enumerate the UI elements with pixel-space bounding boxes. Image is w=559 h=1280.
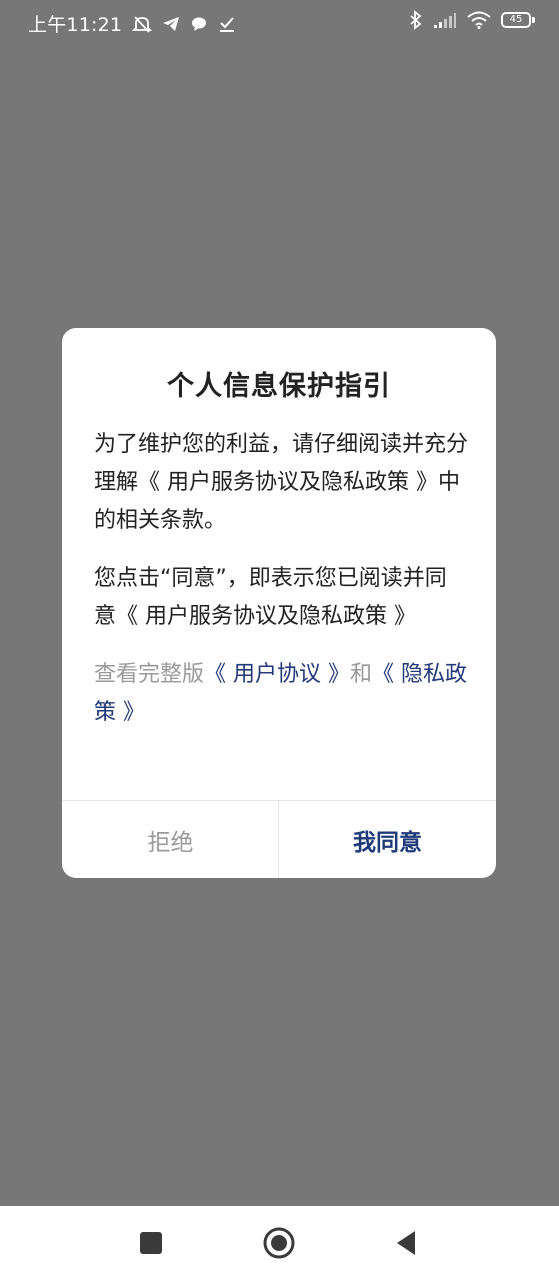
circle-icon bbox=[263, 1227, 295, 1259]
dialog-title: 个人信息保护指引 bbox=[167, 371, 391, 402]
bluetooth-icon bbox=[409, 10, 423, 30]
battery-icon: 45 bbox=[501, 12, 535, 28]
view-full-line: 查看完整版《 用户协议 》和《 隐私政策 》 bbox=[94, 656, 468, 732]
telegram-icon bbox=[162, 15, 180, 33]
refuse-button[interactable]: 拒绝 bbox=[62, 801, 279, 878]
signal-icon bbox=[433, 11, 457, 29]
back-triangle-icon bbox=[397, 1231, 415, 1255]
view-full-prefix: 查看完整版 bbox=[94, 662, 205, 687]
status-time: 上午11:21 bbox=[28, 14, 123, 36]
dialog-paragraph-2: 您点击“同意”，即表示您已阅读并同意《 用户服务协议及隐私政策 》 bbox=[94, 566, 447, 629]
dialog-paragraph-1: 为了维护您的利益，请仔细阅读并充分理解《 用户服务协议及隐私政策 》中的相关条款… bbox=[94, 432, 469, 533]
chat-bubble-icon bbox=[190, 15, 208, 33]
dialog-body: 为了维护您的利益，请仔细阅读并充分理解《 用户服务协议及隐私政策 》中的相关条款… bbox=[94, 426, 468, 752]
and-text: 和 bbox=[350, 662, 373, 687]
recents-button[interactable] bbox=[121, 1206, 181, 1280]
battery-level: 45 bbox=[509, 14, 523, 25]
status-bar-left: 上午11:21 bbox=[28, 10, 236, 37]
privacy-dialog: 个人信息保护指引 为了维护您的利益，请仔细阅读并充分理解《 用户服务协议及隐私政… bbox=[62, 328, 496, 878]
square-icon bbox=[140, 1232, 162, 1254]
user-agreement-link[interactable]: 《 用户协议 》 bbox=[204, 662, 350, 687]
home-button[interactable] bbox=[249, 1206, 309, 1280]
navigation-bar bbox=[0, 1206, 559, 1280]
status-bar-right: 45 bbox=[409, 10, 535, 30]
agree-button[interactable]: 我同意 bbox=[279, 801, 496, 878]
mute-alarm-icon bbox=[132, 14, 153, 34]
status-bar: 上午11:21 45 bbox=[0, 0, 559, 42]
wifi-icon bbox=[467, 11, 491, 29]
download-check-icon bbox=[218, 15, 236, 33]
back-button[interactable] bbox=[376, 1206, 436, 1280]
